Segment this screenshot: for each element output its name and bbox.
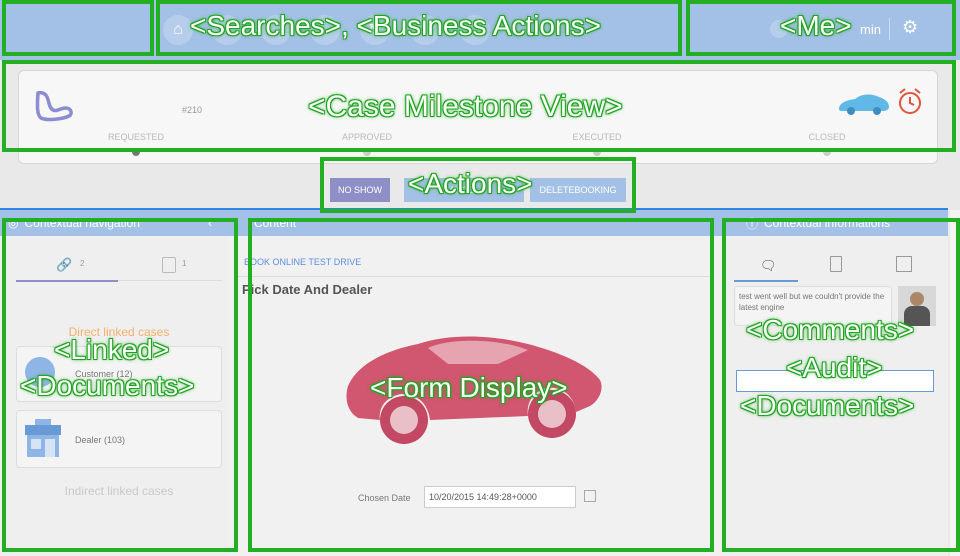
annotation-linked: <Linked> — [54, 334, 170, 365]
annotation-documents-left: <Documents> — [20, 370, 195, 401]
annotation-documents-right: <Documents> — [740, 390, 915, 421]
annotation-frame — [2, 0, 154, 56]
annotation-case-milestones: <Case Milestone View> — [308, 90, 623, 123]
annotation-me: <Me> — [780, 10, 852, 41]
annotation-comments: <Comments> — [746, 314, 915, 345]
annotation-actions: <Actions> — [408, 168, 533, 199]
annotation-frame — [722, 218, 960, 552]
annotation-audit: <Audit> — [786, 352, 883, 383]
annotation-form-display: <Form Display> — [370, 372, 568, 403]
annotation-searches-actions: <Searches>, <Business Actions> — [190, 10, 601, 41]
